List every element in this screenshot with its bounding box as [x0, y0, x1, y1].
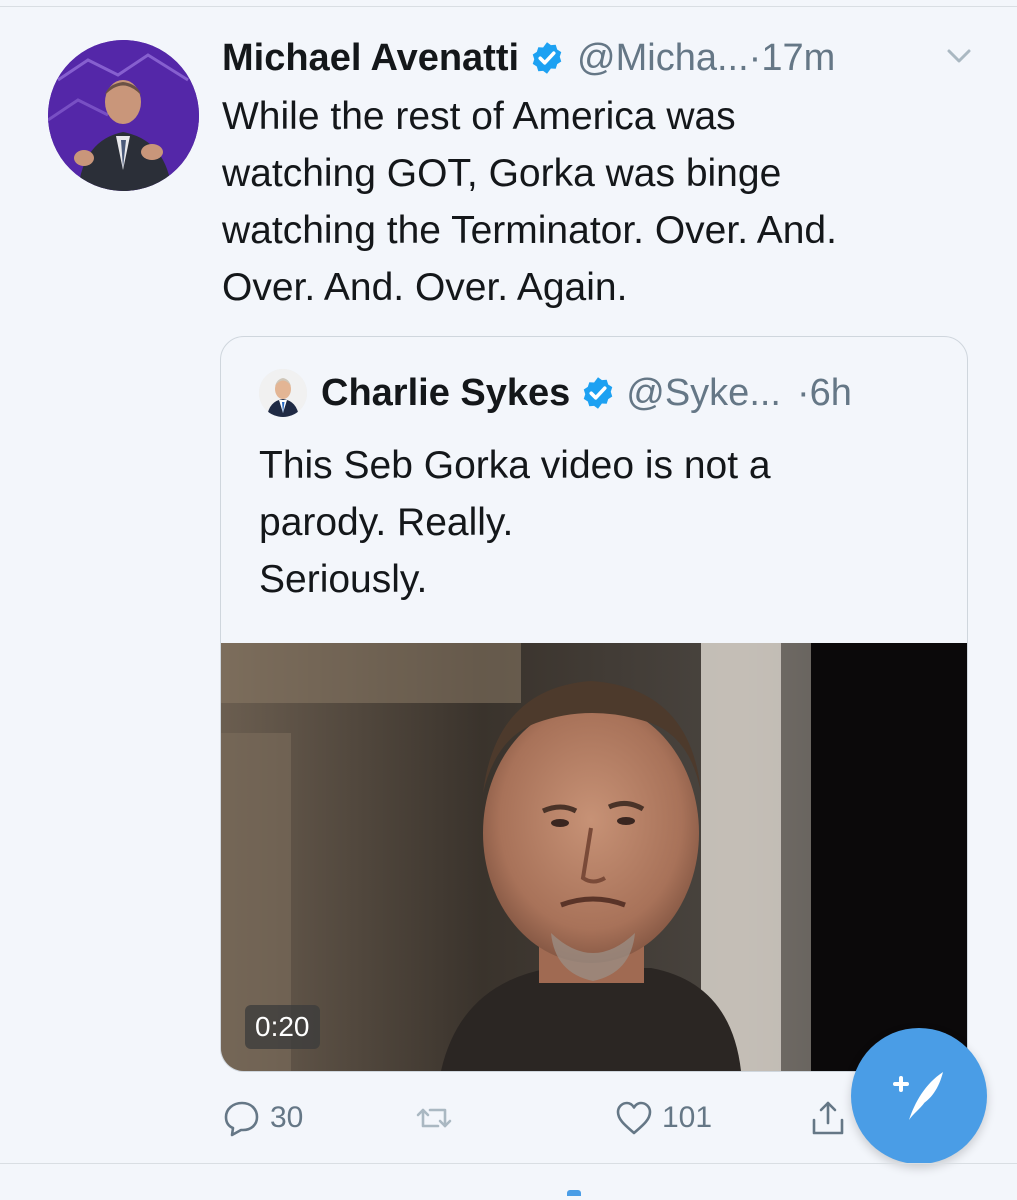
quoted-tweet-header: Charlie Sykes @Syke... ·6h [259, 365, 937, 421]
author-handle[interactable]: @Micha... [577, 37, 749, 80]
verified-badge-icon [532, 42, 562, 74]
quoted-author-name: Charlie Sykes [321, 371, 571, 414]
tweet-view: Michael Avenatti @Micha... ·17m While th… [0, 0, 1017, 1200]
author-name[interactable]: Michael Avenatti [222, 37, 519, 80]
tweet-text: While the rest of America was watching G… [222, 95, 837, 309]
top-divider [0, 6, 1017, 7]
retweet-button[interactable] [414, 1090, 462, 1146]
quoted-tweet-card[interactable]: Charlie Sykes @Syke... ·6h This Seb Gork… [220, 336, 968, 1072]
author-avatar[interactable] [48, 40, 199, 191]
tweet-time: ·17m [748, 36, 836, 79]
heart-icon [616, 1101, 652, 1135]
tweet-header: Michael Avenatti @Micha... ·17m [222, 33, 977, 83]
retweet-icon [416, 1108, 452, 1128]
compose-tweet-button[interactable] [851, 1028, 987, 1164]
chevron-down-icon[interactable] [945, 45, 973, 67]
compose-tweet-icon [893, 1072, 943, 1120]
share-icon [812, 1101, 844, 1135]
reply-count: 30 [270, 1101, 304, 1134]
scroll-indicator [567, 1190, 581, 1196]
bottom-divider [0, 1163, 1017, 1164]
reply-icon [224, 1101, 259, 1137]
quoted-author-avatar [259, 369, 307, 417]
avatar-photo [48, 40, 199, 191]
quoted-video[interactable]: 0:20 [221, 643, 967, 1071]
verified-badge-icon [584, 377, 613, 409]
like-count: 101 [662, 1101, 713, 1134]
quoted-author-handle: @Syke... [626, 371, 781, 414]
quoted-tweet-text: This Seb Gorka video is not a parody. Re… [259, 444, 771, 601]
quoted-avatar-photo [259, 369, 307, 417]
like-button[interactable]: 101 [614, 1090, 712, 1146]
reply-button[interactable]: 30 [222, 1090, 303, 1146]
quoted-tweet-time: ·6h [797, 371, 852, 414]
video-duration-badge: 0:20 [245, 1005, 320, 1049]
video-thumbnail [221, 643, 967, 1071]
share-button[interactable] [808, 1090, 848, 1146]
